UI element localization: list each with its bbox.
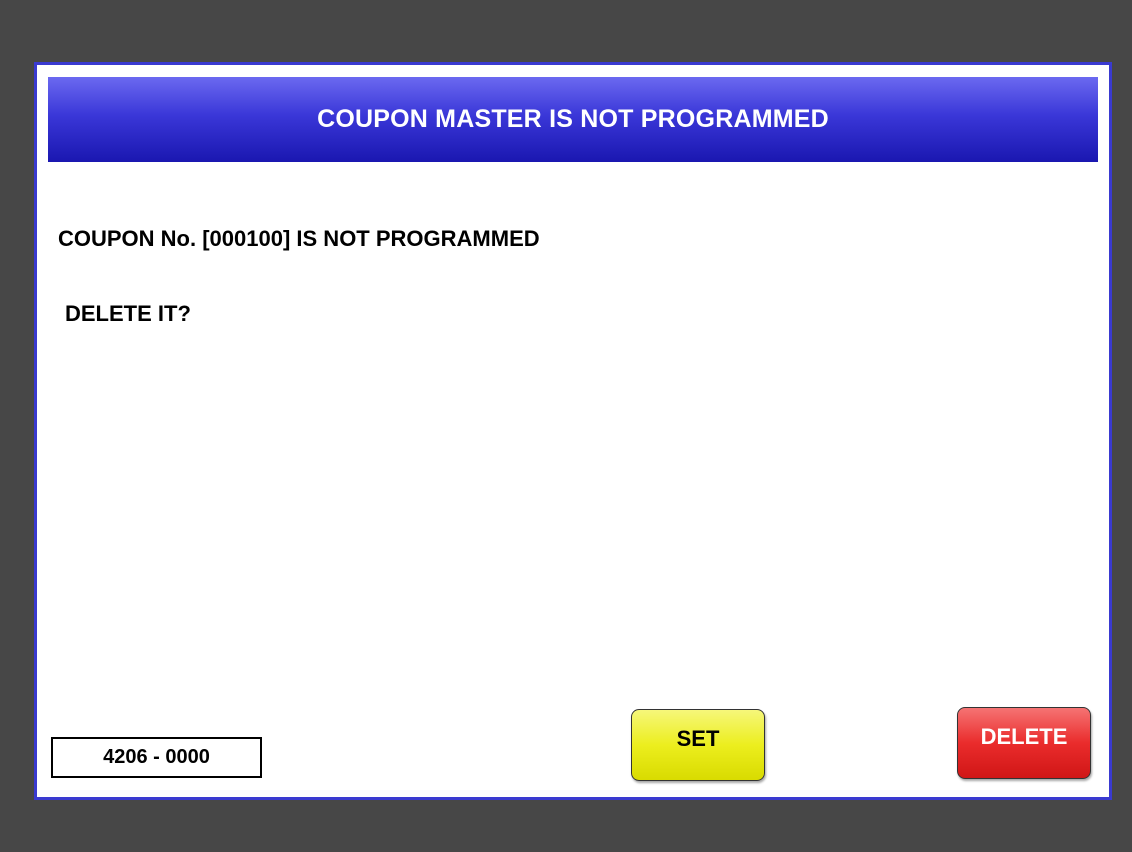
dialog-title-bar: COUPON MASTER IS NOT PROGRAMMED [48,77,1098,162]
dialog-title: COUPON MASTER IS NOT PROGRAMMED [317,105,829,133]
set-button[interactable]: SET [631,709,765,781]
screen-code-box: 4206 - 0000 [51,737,262,778]
set-button-label: SET [676,726,720,751]
coupon-dialog: COUPON MASTER IS NOT PROGRAMMED COUPON N… [34,62,1112,800]
screen-code: 4206 - 0000 [103,746,210,768]
delete-button[interactable]: DELETE [957,707,1091,779]
screen-background: COUPON MASTER IS NOT PROGRAMMED COUPON N… [0,0,1132,852]
coupon-not-programmed-message: COUPON No. [000100] IS NOT PROGRAMMED [58,226,540,251]
delete-prompt-message: DELETE IT? [65,301,191,326]
delete-button-label: DELETE [980,724,1068,749]
